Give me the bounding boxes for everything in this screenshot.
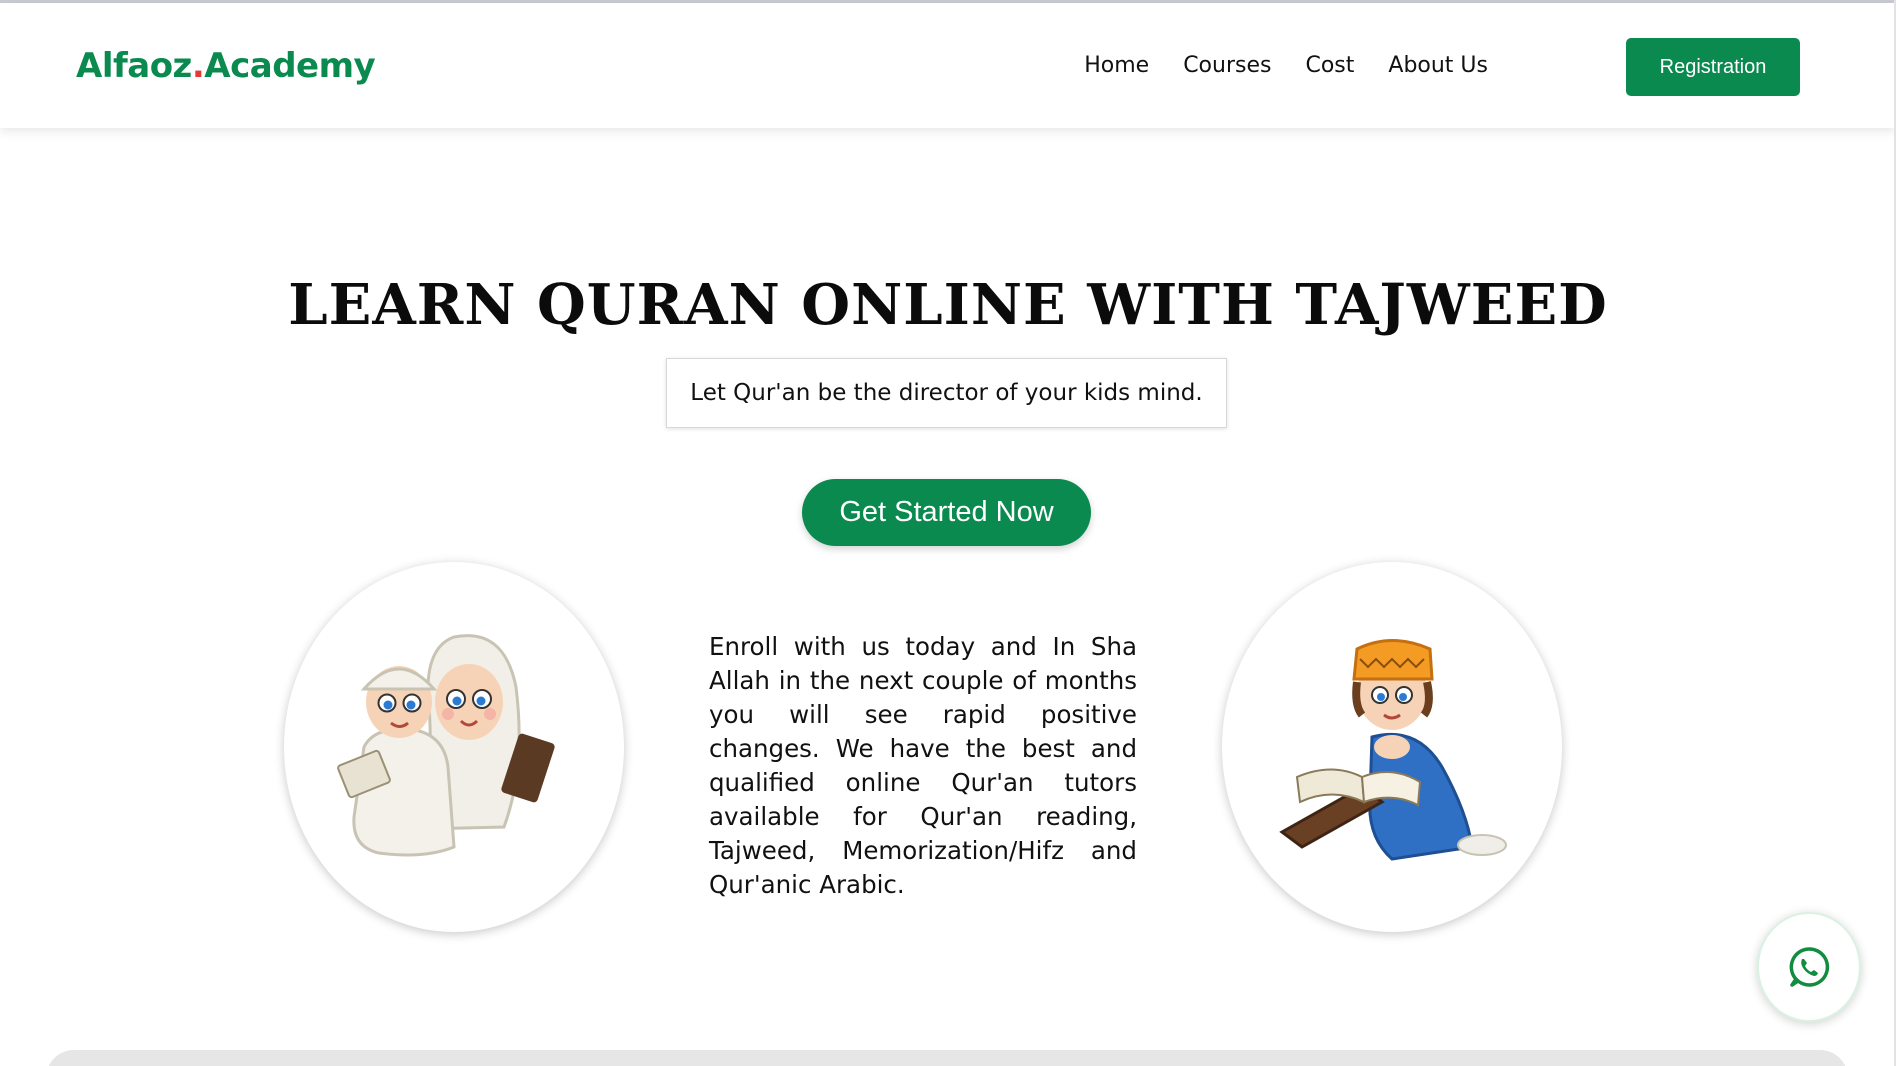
logo-name-part2: Academy <box>204 46 376 86</box>
kids-reading-illustration <box>337 634 555 857</box>
enroll-description: Enroll with us today and In Sha Allah in… <box>709 632 1137 899</box>
nav-item-home[interactable]: Home <box>1084 53 1149 78</box>
illustration-right-circle <box>1222 562 1562 932</box>
hero-title: LEARN QURAN ONLINE WITH TAJWEED <box>288 272 1608 338</box>
nav-links: Home Courses Cost About Us <box>1084 53 1488 78</box>
illustration-left-circle <box>284 562 624 932</box>
logo-name-part1: Alfaoz <box>76 46 192 86</box>
logo-dot: . <box>191 46 205 86</box>
navbar: Alfaoz.Academy Home Courses Cost About U… <box>0 3 1896 128</box>
next-section-edge <box>46 1050 1848 1066</box>
whatsapp-icon <box>1789 947 1830 987</box>
site-logo[interactable]: Alfaoz.Academy <box>76 46 376 86</box>
get-started-button[interactable]: Get Started Now <box>802 479 1091 546</box>
nav-item-courses[interactable]: Courses <box>1183 53 1271 78</box>
hero-tagline: Let Qur'an be the director of your kids … <box>666 358 1227 428</box>
whatsapp-button[interactable] <box>1757 912 1861 1022</box>
registration-button[interactable]: Registration <box>1626 38 1800 96</box>
nav-item-about-us[interactable]: About Us <box>1388 53 1488 78</box>
nav-item-cost[interactable]: Cost <box>1305 53 1354 78</box>
boy-praying-illustration <box>1279 639 1507 861</box>
